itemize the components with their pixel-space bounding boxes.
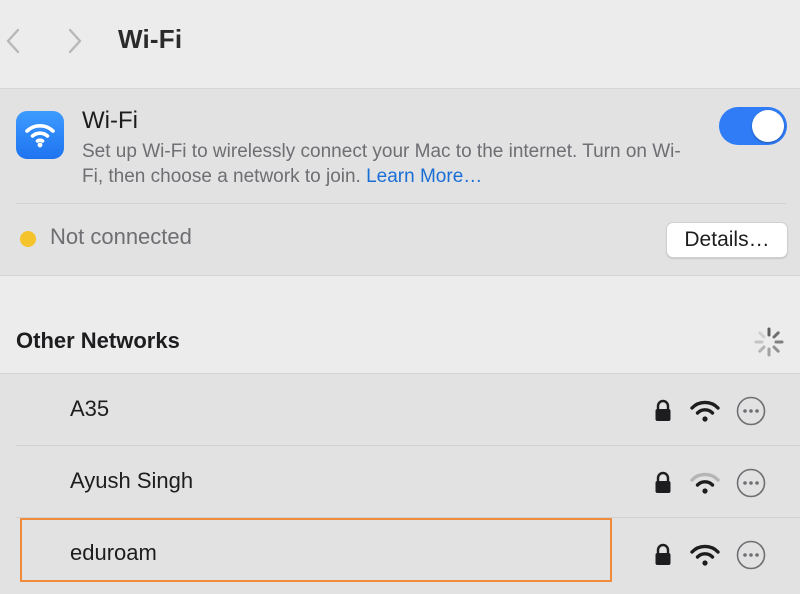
- lock-icon: [655, 543, 671, 565]
- chevron-left-icon: [6, 28, 20, 54]
- selection-highlight: [20, 518, 612, 582]
- wifi-signal-icon: [690, 544, 720, 566]
- more-options-icon[interactable]: [736, 396, 766, 426]
- network-row-a35[interactable]: A35: [0, 374, 800, 446]
- details-button[interactable]: Details…: [666, 222, 788, 258]
- network-name: A35: [70, 396, 110, 421]
- more-options-icon[interactable]: [736, 540, 766, 570]
- lock-icon: [655, 471, 671, 493]
- wifi-title: Wi-Fi: [82, 107, 138, 134]
- wifi-description: Set up Wi-Fi to wirelessly connect your …: [82, 139, 692, 189]
- wifi-signal-icon: [690, 400, 720, 422]
- connection-status: Not connected: [50, 224, 192, 249]
- toggle-knob: [752, 110, 784, 142]
- wifi-toggle[interactable]: [719, 107, 787, 145]
- network-row-ayush-singh[interactable]: Ayush Singh: [0, 446, 800, 518]
- divider: [16, 203, 786, 204]
- other-networks-heading: Other Networks: [16, 328, 180, 353]
- toolbar: Wi-Fi: [0, 0, 800, 86]
- wifi-app-icon: [16, 111, 64, 159]
- forward-button[interactable]: [62, 26, 86, 56]
- loading-spinner-icon: [754, 327, 784, 357]
- status-dot-icon: [20, 231, 36, 247]
- chevron-right-icon: [68, 28, 82, 54]
- more-options-icon[interactable]: [736, 468, 766, 498]
- back-button[interactable]: [2, 26, 26, 56]
- network-name: Ayush Singh: [70, 468, 194, 493]
- wifi-signal-weak-icon: [690, 472, 720, 494]
- learn-more-link[interactable]: Learn More…: [366, 166, 482, 187]
- page-title: Wi-Fi: [118, 24, 183, 54]
- lock-icon: [655, 399, 671, 421]
- wifi-settings-card: Wi-Fi Set up Wi-Fi to wirelessly connect…: [0, 88, 800, 276]
